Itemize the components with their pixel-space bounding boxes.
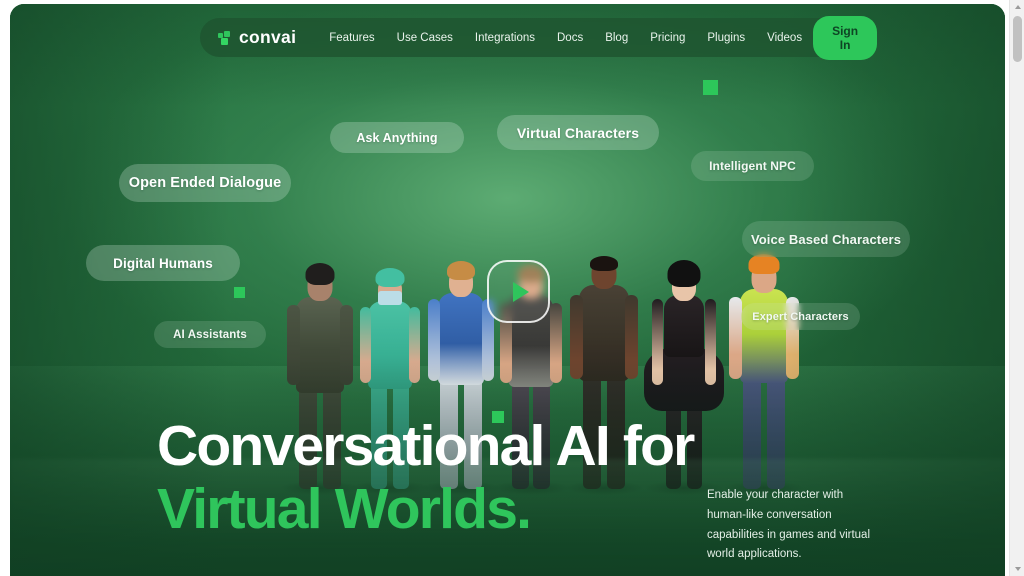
pill-digital-humans[interactable]: Digital Humans (86, 245, 240, 281)
brand-name: convai (239, 27, 297, 47)
nav-item-docs[interactable]: Docs (546, 26, 594, 50)
pill-voice-based-characters[interactable]: Voice Based Characters (742, 221, 910, 257)
page-scrollbar[interactable] (1009, 0, 1024, 576)
caret-up-icon (1014, 5, 1021, 9)
play-triangle-icon (512, 281, 529, 302)
pill-intelligent-npc[interactable]: Intelligent NPC (691, 151, 814, 181)
nav-links: Features Use Cases Integrations Docs Blo… (318, 26, 813, 50)
video-play-button[interactable] (487, 260, 550, 323)
decorative-square-top-right (703, 80, 718, 95)
nav-item-blog[interactable]: Blog (594, 26, 639, 50)
pill-expert-characters[interactable]: Expert Characters (741, 303, 860, 330)
hero-paragraph: Enable your character with human-like co… (707, 489, 871, 561)
scroll-down-button[interactable] (1010, 562, 1024, 576)
headline-line-1: Conversational AI for (157, 414, 695, 478)
brand-logo[interactable]: convai (218, 27, 296, 48)
scrollbar-thumb[interactable] (1013, 16, 1022, 62)
nav-item-integrations[interactable]: Integrations (464, 26, 546, 50)
nav-item-plugins[interactable]: Plugins (696, 26, 756, 50)
nav-item-use-cases[interactable]: Use Cases (386, 26, 464, 50)
convai-pixel-squares-icon (218, 30, 232, 45)
pill-virtual-characters[interactable]: Virtual Characters (497, 115, 659, 150)
browser-viewport: Ask Anything Virtual Characters Open End… (0, 0, 1024, 576)
decorative-square-left (234, 287, 245, 298)
sign-in-button[interactable]: Sign In (813, 15, 878, 60)
hero-headline: Conversational AI for Virtual Worlds. (157, 414, 695, 541)
main-navbar: convai Features Use Cases Integrations D… (200, 15, 878, 60)
page-content: Ask Anything Virtual Characters Open End… (10, 4, 1005, 576)
pill-ask-anything[interactable]: Ask Anything (330, 122, 464, 153)
scroll-up-button[interactable] (1010, 0, 1024, 14)
caret-down-icon (1014, 567, 1021, 571)
headline-line-2: Virtual Worlds. (157, 476, 532, 541)
nav-item-pricing[interactable]: Pricing (639, 26, 696, 50)
pill-open-ended-dialogue[interactable]: Open Ended Dialogue (119, 164, 291, 202)
nav-item-features[interactable]: Features (318, 26, 385, 50)
pill-ai-assistants[interactable]: AI Assistants (154, 321, 266, 348)
nav-item-videos[interactable]: Videos (756, 26, 813, 50)
